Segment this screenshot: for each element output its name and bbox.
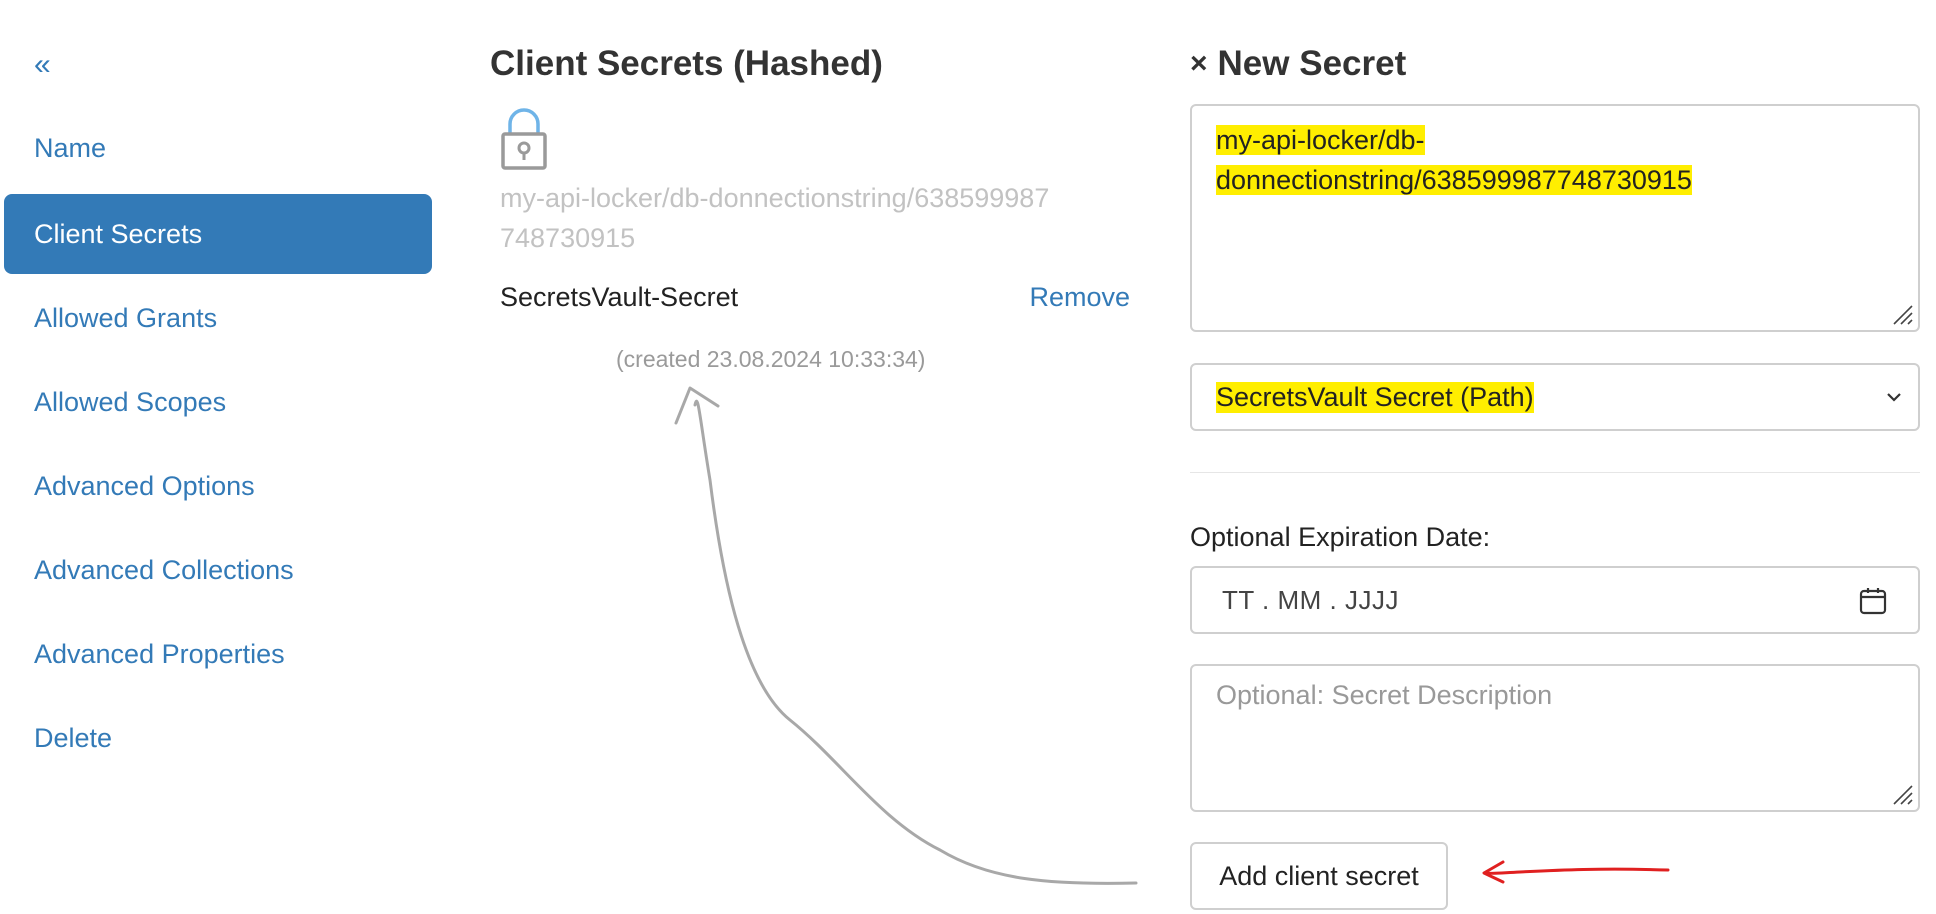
sidebar: « Name Client Secrets Allowed Grants All…	[0, 0, 440, 914]
created-timestamp: (created 23.08.2024 10:33:34)	[616, 346, 926, 372]
resize-handle-icon[interactable]	[1890, 782, 1914, 806]
expiration-date-input[interactable]: TT . MM . JJJJ	[1190, 566, 1920, 634]
secret-type-select[interactable]: SecretsVault Secret (Path)	[1190, 363, 1920, 431]
divider	[1190, 472, 1920, 473]
sidebar-item-advanced-properties[interactable]: Advanced Properties	[4, 614, 432, 694]
collapse-sidebar-button[interactable]: «	[34, 48, 51, 82]
sidebar-item-advanced-options[interactable]: Advanced Options	[4, 446, 432, 526]
lock-icon	[501, 108, 547, 170]
sidebar-item-allowed-scopes[interactable]: Allowed Scopes	[4, 362, 432, 442]
hashed-secret-value: my-api-locker/db-donnectionstring/638599…	[500, 183, 1050, 253]
secret-value-line-1: my-api-locker/db-	[1216, 125, 1425, 155]
calendar-icon[interactable]	[1858, 586, 1888, 616]
secret-value-textarea[interactable]: my-api-locker/db- donnectionstring/63859…	[1190, 104, 1920, 332]
sidebar-item-delete[interactable]: Delete	[4, 698, 432, 778]
resize-handle-icon[interactable]	[1890, 302, 1914, 326]
sidebar-item-client-secrets[interactable]: Client Secrets	[4, 194, 432, 274]
section-title: Client Secrets (Hashed)	[490, 44, 883, 83]
sidebar-item-name[interactable]: Name	[4, 108, 432, 188]
expiration-date-label: Optional Expiration Date:	[1190, 522, 1491, 552]
new-secret-header: × New Secret	[1190, 44, 1406, 84]
date-placeholder: TT . MM . JJJJ	[1222, 584, 1399, 615]
chevron-down-icon	[1887, 393, 1901, 402]
sidebar-item-allowed-grants[interactable]: Allowed Grants	[4, 278, 432, 358]
add-client-secret-button[interactable]: Add client secret	[1190, 842, 1448, 910]
secret-type-name: SecretsVault-Secret	[500, 282, 739, 312]
secret-type-selected: SecretsVault Secret (Path)	[1216, 381, 1534, 413]
remove-secret-link[interactable]: Remove	[1029, 282, 1130, 313]
secret-value-line-2: donnectionstring/638599987748730915	[1216, 165, 1692, 195]
new-secret-title: New Secret	[1217, 44, 1407, 83]
description-placeholder: Optional: Secret Description	[1216, 680, 1553, 710]
close-icon[interactable]: ×	[1190, 47, 1208, 81]
new-secret-form: × New Secret my-api-locker/db- donnectio…	[1190, 0, 1920, 914]
client-secrets-list: Client Secrets (Hashed) my-api-locker/db…	[490, 0, 1130, 914]
sidebar-item-advanced-collections[interactable]: Advanced Collections	[4, 530, 432, 610]
secret-description-textarea[interactable]: Optional: Secret Description	[1190, 664, 1920, 812]
